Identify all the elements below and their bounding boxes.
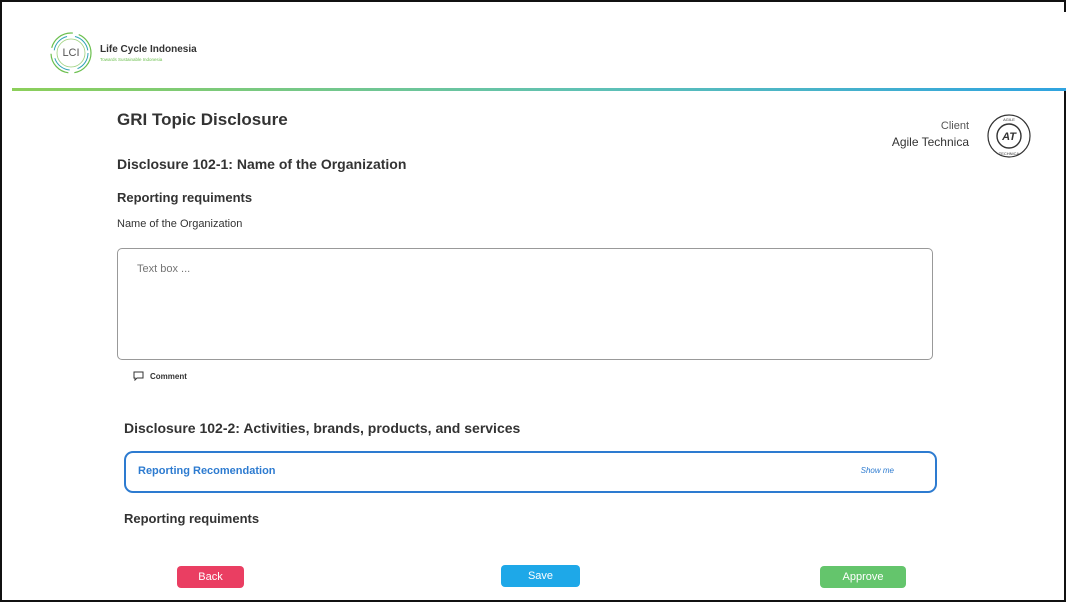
- org-name-textbox[interactable]: [117, 248, 933, 360]
- disclosure-102-1-heading: Disclosure 102-1: Name of the Organizati…: [117, 156, 407, 172]
- reporting-recommendation-panel[interactable]: Reporting Recomendation Show me: [124, 451, 937, 493]
- header-divider: [12, 88, 1066, 91]
- svg-text:AGILE: AGILE: [1003, 117, 1015, 122]
- org-name-field-label: Name of the Organization: [117, 218, 243, 230]
- reporting-recommendation-label: Reporting Recomendation: [138, 465, 276, 477]
- app-header: LCI Life Cycle Indonesia Towards Sustain…: [12, 12, 1066, 90]
- brand-logo[interactable]: LCI Life Cycle Indonesia Towards Sustain…: [48, 30, 197, 76]
- comment-label: Comment: [150, 371, 187, 381]
- svg-text:AT: AT: [1001, 131, 1017, 143]
- client-name: Agile Technica: [891, 135, 969, 149]
- disclosure-102-2-heading: Disclosure 102-2: Activities, brands, pr…: [124, 420, 521, 436]
- client-logo-icon: AT AGILE TECHNICA: [986, 113, 1032, 159]
- comment-button[interactable]: Comment: [133, 371, 187, 381]
- svg-text:TECHNICA: TECHNICA: [999, 151, 1020, 156]
- reporting-requirements-heading: Reporting requiments: [117, 190, 253, 205]
- reporting-requirements-heading-2: Reporting requiments: [124, 511, 260, 526]
- app-frame: LCI Life Cycle Indonesia Towards Sustain…: [0, 0, 1066, 602]
- logo-abbr: LCI: [62, 47, 80, 59]
- client-label: Client: [940, 120, 969, 132]
- page-title: GRI Topic Disclosure: [117, 110, 288, 129]
- show-me-link[interactable]: Show me: [861, 466, 894, 475]
- lci-logo-icon: LCI: [48, 30, 94, 76]
- brand-name: Life Cycle Indonesia: [100, 43, 197, 55]
- save-button[interactable]: Save: [501, 565, 580, 587]
- back-button[interactable]: Back: [177, 566, 244, 588]
- approve-button[interactable]: Approve: [820, 566, 906, 588]
- client-info: Client Agile Technica: [892, 118, 969, 150]
- brand-tagline: Towards Sustainable Indonesia: [100, 56, 163, 62]
- comment-icon: [133, 371, 144, 381]
